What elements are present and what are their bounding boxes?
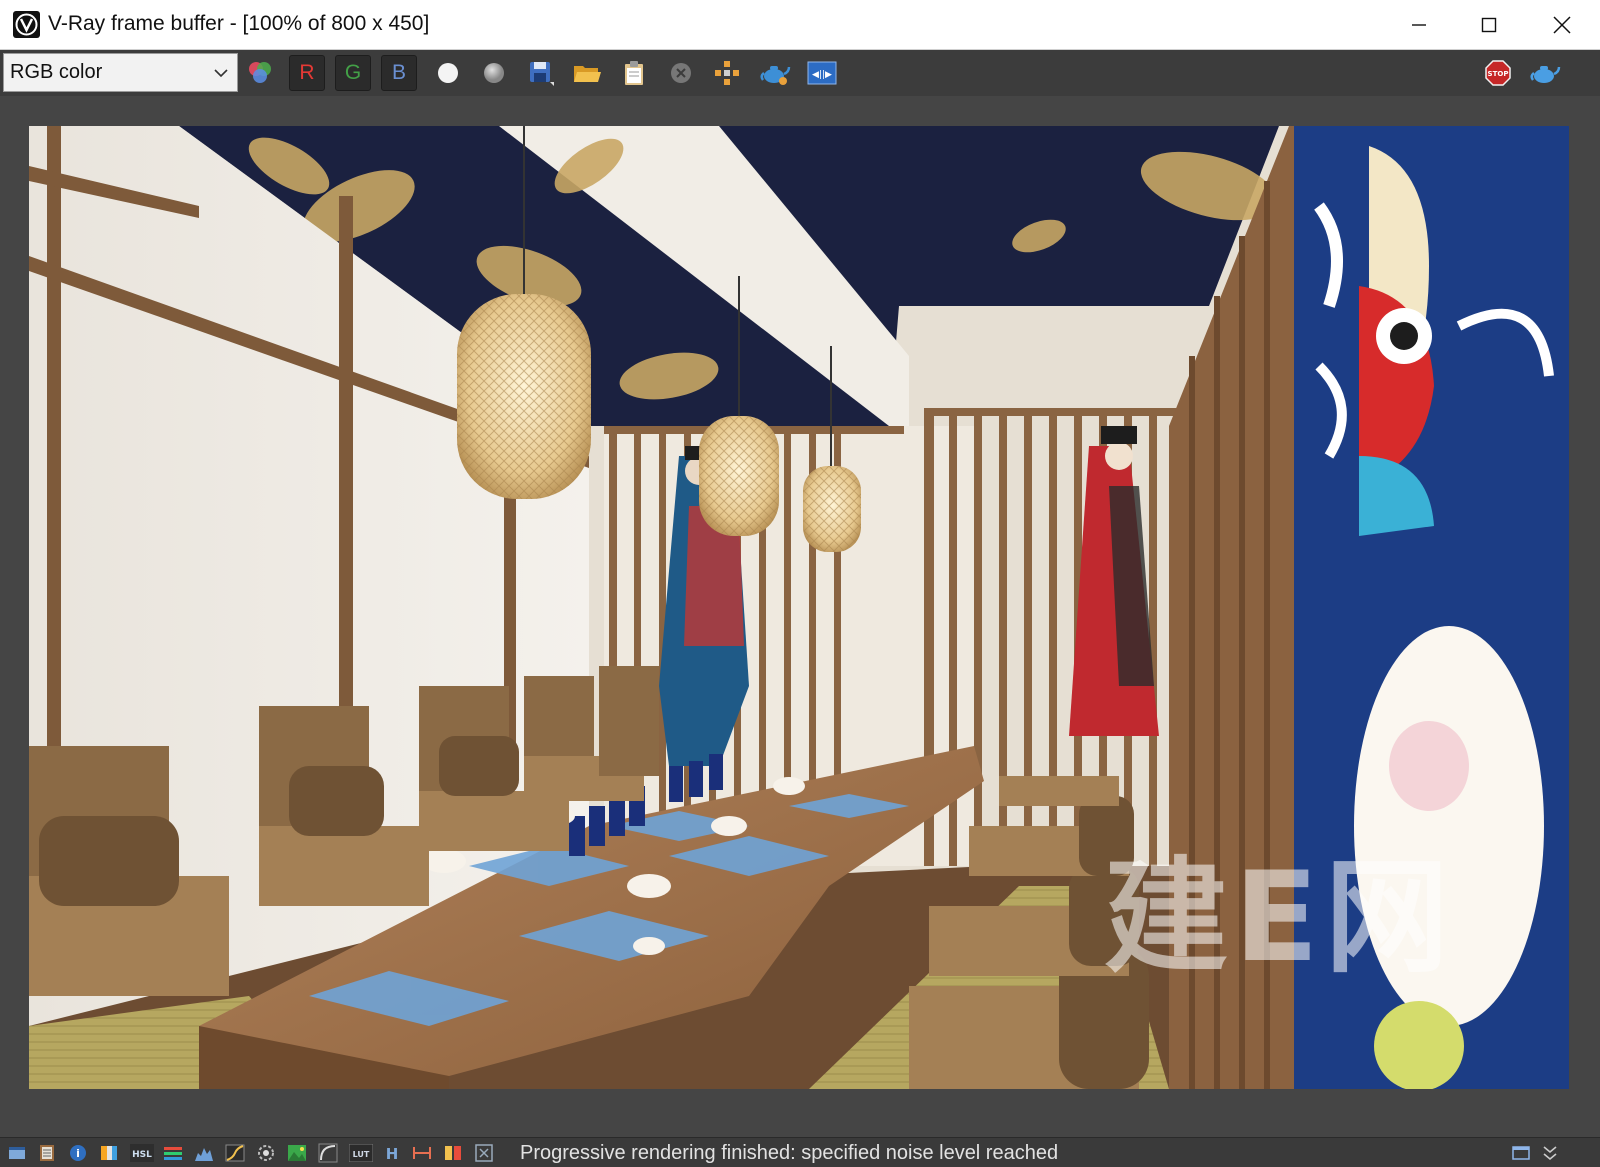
window-title: V-Ray frame buffer - [100% of 800 x 450]: [48, 12, 430, 35]
save-image-button[interactable]: [524, 56, 558, 90]
clipboard-icon: [625, 61, 643, 85]
gray-circle-icon: [484, 63, 504, 83]
rendered-image: 建E网: [29, 126, 1569, 1089]
save-icon: [530, 62, 554, 86]
compare-vertical-icon[interactable]: [443, 1143, 463, 1163]
channel-dropdown-value: RGB color: [10, 61, 103, 83]
interactive-render-button[interactable]: [1528, 56, 1562, 90]
channel-dropdown[interactable]: RGB color: [3, 53, 238, 92]
render-button[interactable]: [758, 56, 792, 90]
frame-buffer-viewport[interactable]: 建E网: [0, 96, 1600, 1137]
pixel-info-icon[interactable]: [474, 1143, 494, 1163]
svg-text:i: i: [76, 1147, 80, 1160]
svg-text:STOP: STOP: [1488, 70, 1509, 78]
track-region-icon: [715, 61, 739, 85]
interactive-teapot-icon: [1530, 66, 1561, 83]
status-message: Progressive rendering finished: specifie…: [520, 1142, 1059, 1164]
vray-logo-icon: [13, 11, 40, 38]
info-icon[interactable]: i: [68, 1143, 88, 1163]
color-channels-button[interactable]: [243, 56, 277, 90]
lens-effects-icon: ◀||▶: [807, 61, 837, 85]
close-icon: [1553, 15, 1571, 34]
lens-effects-button[interactable]: ◀||▶: [805, 56, 839, 90]
red-channel-button[interactable]: R: [289, 55, 325, 91]
maximize-button[interactable]: [1454, 0, 1524, 49]
curves-icon[interactable]: [225, 1143, 245, 1163]
clear-image-button[interactable]: [664, 56, 698, 90]
blue-channel-button[interactable]: B: [381, 55, 417, 91]
minimize-button[interactable]: [1384, 0, 1454, 49]
open-folder-icon: [574, 66, 601, 82]
compare-horizontal-icon[interactable]: [412, 1143, 432, 1163]
hsl-label: HSL: [132, 1150, 152, 1160]
gray-level-button[interactable]: [477, 56, 511, 90]
lut-icon[interactable]: LUT: [349, 1143, 373, 1163]
history-icon[interactable]: [37, 1143, 57, 1163]
hsl-icon[interactable]: HSL: [130, 1143, 154, 1163]
status-bar: i HSL LUT H Progressive rendering finish…: [0, 1137, 1600, 1167]
toolbar: RGB color R G B ◀||▶ STOP: [0, 50, 1600, 96]
minimize-icon: [1412, 23, 1426, 26]
histogram-icon[interactable]: [194, 1143, 214, 1163]
double-chevron-down-icon[interactable]: [1540, 1143, 1560, 1163]
color-balance-icon[interactable]: [163, 1143, 183, 1163]
display-window-icon[interactable]: [7, 1143, 27, 1163]
track-mouse-button[interactable]: [710, 56, 744, 90]
close-button[interactable]: [1524, 0, 1600, 49]
watermark-logo: 建E网: [1104, 846, 1455, 990]
green-channel-button[interactable]: G: [335, 55, 371, 91]
lens-icon[interactable]: [318, 1143, 338, 1163]
svg-text:◀||▶: ◀||▶: [812, 70, 832, 80]
chevron-down-icon: [214, 69, 228, 78]
hue-icon[interactable]: H: [382, 1143, 402, 1163]
render-teapot-icon: [760, 66, 791, 85]
dock-panel-icon[interactable]: [1511, 1143, 1531, 1163]
copy-to-clipboard-button[interactable]: [617, 56, 651, 90]
title-bar: V-Ray frame buffer - [100% of 800 x 450]: [0, 0, 1600, 50]
white-level-button[interactable]: [431, 56, 465, 90]
clear-icon: [671, 63, 691, 83]
load-image-button[interactable]: [570, 56, 604, 90]
maximize-icon: [1481, 17, 1497, 32]
h-label: H: [386, 1145, 399, 1162]
white-balance-icon[interactable]: [256, 1143, 276, 1163]
exposure-icon[interactable]: [99, 1143, 119, 1163]
stop-render-button[interactable]: STOP: [1481, 56, 1515, 90]
stop-icon: STOP: [1485, 60, 1511, 86]
lut-label: LUT: [353, 1150, 370, 1159]
background-image-icon[interactable]: [287, 1143, 307, 1163]
white-circle-icon: [438, 63, 458, 83]
color-channels-icon: [249, 62, 271, 83]
